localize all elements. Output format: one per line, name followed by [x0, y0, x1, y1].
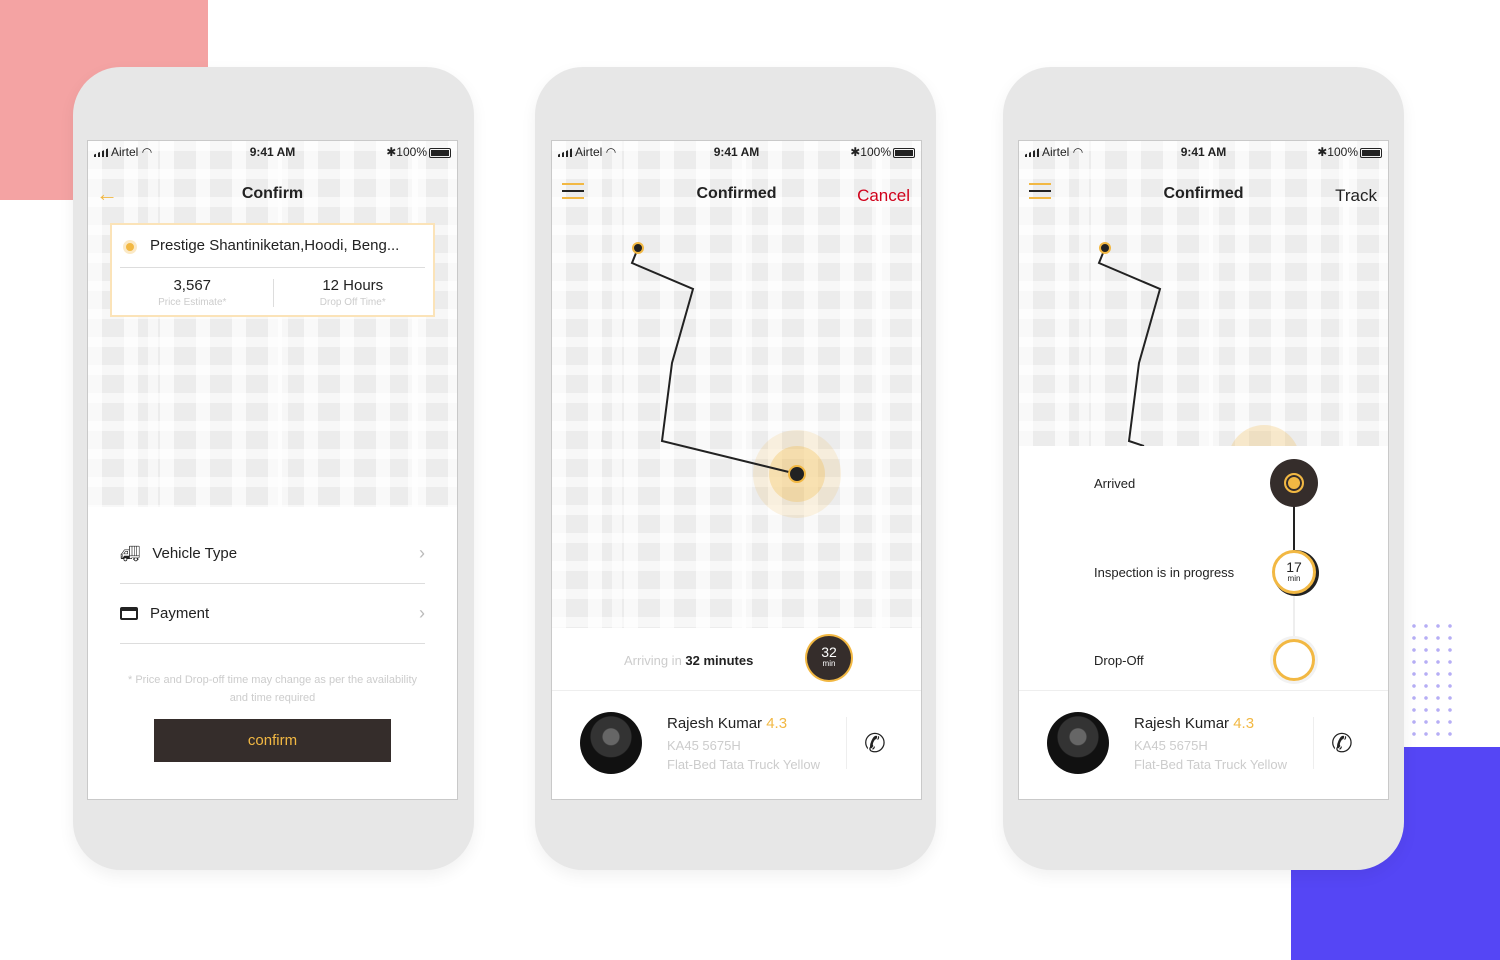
clock: 9:41 AM	[1180, 145, 1227, 159]
pickup-marker	[1099, 242, 1111, 254]
status-bar: Airtel ◠ 9:41 AM ✱100%	[88, 141, 457, 163]
map[interactable]	[552, 141, 921, 628]
page-title: Confirmed	[1163, 185, 1244, 202]
driver-rating: 4.3	[1233, 715, 1255, 732]
status-bar: Airtel ◠ 9:41 AM ✱100%	[552, 141, 921, 163]
step-done-icon	[1270, 459, 1318, 507]
chevron-right-icon: ›	[419, 603, 425, 623]
tracking-screen: Airtel ◠ 9:41 AM ✱100% Confirmed Track A…	[1018, 140, 1389, 800]
drop-time-value: 12 Hours	[322, 277, 384, 294]
step-inspection: Inspection is in progress	[1094, 565, 1235, 580]
page-title: Confirm	[241, 185, 304, 202]
status-bar: Airtel ◠ 9:41 AM ✱100%	[1019, 141, 1388, 163]
eta-timer: 32 min	[807, 636, 851, 680]
driver-name: Rajesh Kumar	[667, 715, 763, 732]
avatar	[1047, 712, 1109, 774]
phone-call-icon[interactable]: ✆	[1331, 728, 1353, 759]
payment-label: Payment	[150, 605, 210, 622]
confirm-screen: Airtel ◠ 9:41 AM ✱100% ← Confirm Prestig…	[87, 140, 458, 800]
drop-time-label: Drop Off Time*	[319, 297, 386, 308]
step-arrived: Arrived	[1094, 476, 1136, 491]
confirmed-screen: Airtel ◠ 9:41 AM ✱100% Confirmed Cancel …	[551, 140, 922, 800]
vehicle-type-row[interactable]: 🚚︎ Vehicle Type ›	[120, 524, 425, 584]
pickup-marker	[632, 242, 644, 254]
clock: 9:41 AM	[249, 145, 296, 159]
location-dot-icon	[126, 243, 134, 251]
decor-dot-grid	[1408, 620, 1454, 744]
inspection-timer: 17 min	[1272, 550, 1316, 594]
vehicle-type-label: Vehicle Type	[152, 545, 238, 562]
card-icon	[120, 607, 138, 620]
payment-row[interactable]: Payment ›	[120, 584, 425, 644]
phone-call-icon[interactable]: ✆	[864, 728, 886, 759]
truck-icon: 🚚︎	[120, 545, 141, 563]
cancel-button[interactable]: Cancel	[857, 186, 910, 206]
driver-card: Rajesh Kumar 4.3 KA45 5675H Flat-Bed Tat…	[552, 692, 921, 799]
price-label: Price Estimate*	[158, 297, 227, 308]
arrival-text: Arriving in 32 minutes	[624, 653, 754, 668]
arrival-bar: Arriving in 32 minutes 32 min	[552, 628, 921, 691]
vehicle-plate: KA45 5675H	[667, 738, 741, 753]
step-pending-icon	[1273, 639, 1315, 681]
pickup-address[interactable]: Prestige Shantiniketan,Hoodi, Beng...	[150, 237, 399, 254]
chevron-right-icon: ›	[419, 543, 425, 563]
vehicle-description: Flat-Bed Tata Truck Yellow	[1134, 757, 1287, 772]
clock: 9:41 AM	[713, 145, 760, 159]
avatar	[580, 712, 642, 774]
route-line	[630, 242, 841, 518]
vehicle-description: Flat-Bed Tata Truck Yellow	[667, 757, 820, 772]
vehicle-plate: KA45 5675H	[1134, 738, 1208, 753]
driver-marker	[788, 465, 806, 483]
progress-steps: Arrived Inspection is in progress 17 min …	[1019, 446, 1388, 691]
driver-card: Rajesh Kumar 4.3 KA45 5675H Flat-Bed Tat…	[1019, 692, 1388, 799]
confirm-button[interactable]: confirm	[154, 719, 391, 762]
step-drop-off: Drop-Off	[1094, 653, 1144, 668]
track-button[interactable]: Track	[1335, 186, 1377, 206]
driver-rating: 4.3	[766, 715, 788, 732]
booking-summary-card: Prestige Shantiniketan,Hoodi, Beng... 3,…	[110, 223, 435, 317]
disclaimer: * Price and Drop-off time may change as …	[128, 674, 417, 704]
price-value: 3,567	[173, 277, 212, 294]
driver-name: Rajesh Kumar	[1134, 715, 1230, 732]
